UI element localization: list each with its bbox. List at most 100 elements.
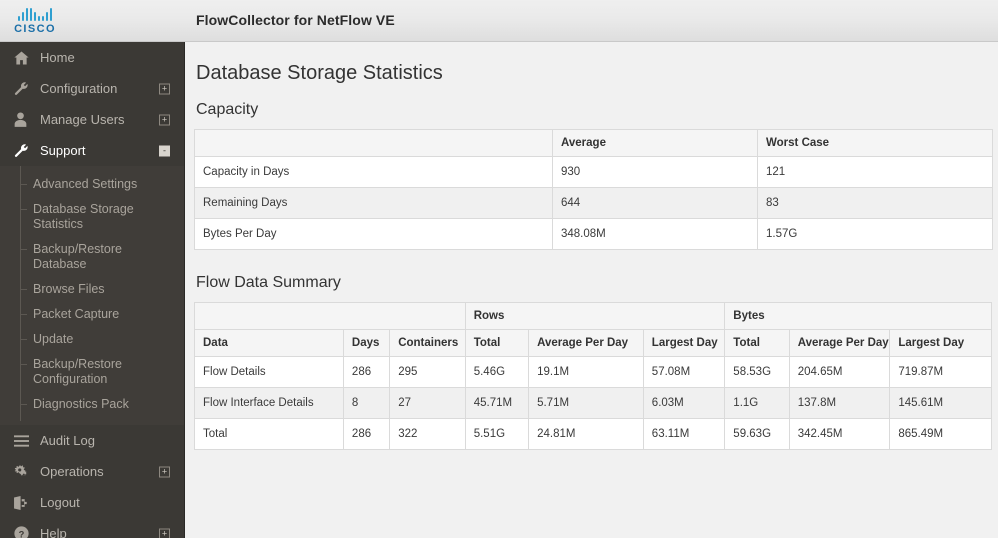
wrench-icon	[14, 81, 36, 96]
cisco-logo-text: CISCO	[14, 22, 56, 35]
table-cell: 342.45M	[788, 418, 891, 450]
table-cell: 644	[552, 187, 758, 219]
sidebar-item-configuration[interactable]: Configuration +	[0, 73, 184, 104]
sidebar-item-logout[interactable]: Logout	[0, 487, 184, 518]
table-header-row: Data Days Containers Total Average Per Day La…	[194, 329, 992, 357]
submenu-item[interactable]: Packet Capture	[0, 302, 184, 327]
table-row: Total 286 322 5.51G 24.81M 63.11M 59.63G 342.45…	[194, 418, 992, 450]
table-cell: 286	[342, 356, 391, 388]
table-cell: 5.51G	[464, 418, 530, 450]
sidebar-item-label: Audit Log	[40, 433, 95, 448]
column-group-header: Rows	[464, 302, 726, 330]
expand-toggle-configuration[interactable]: +	[159, 83, 170, 94]
cisco-logo[interactable]: CISCO	[10, 3, 60, 39]
sidebar-item-home[interactable]: Home	[0, 42, 184, 73]
logout-icon	[14, 495, 36, 510]
cisco-logo-bar	[30, 7, 32, 21]
column-header: Worst Case	[757, 129, 993, 157]
table-header-row: Average Worst Case	[194, 129, 993, 157]
table-cell: Capacity in Days	[194, 156, 553, 188]
app-root: CISCO FlowCollector for NetFlow VE Home …	[0, 0, 998, 538]
table-cell: Remaining Days	[194, 187, 553, 219]
expand-toggle-operations[interactable]: +	[159, 466, 170, 477]
question-circle-icon: ?	[14, 526, 36, 538]
cisco-logo-bar	[42, 15, 44, 21]
sidebar-item-audit-log[interactable]: Audit Log	[0, 425, 184, 456]
table-cell: 5.71M	[528, 387, 644, 419]
cisco-logo-bar	[38, 15, 40, 21]
table-row: Flow Interface Details 8 27 45.71M 5.71M 6.03…	[194, 387, 992, 419]
table-cell: Total	[194, 418, 344, 450]
submenu-item[interactable]: Backup/Restore Database	[0, 237, 184, 277]
column-header: Average Per Day	[788, 329, 891, 357]
table-cell: 1.57G	[757, 218, 993, 250]
table-cell: 63.11M	[642, 418, 726, 450]
sidebar-item-help[interactable]: ? Help +	[0, 518, 184, 538]
cisco-logo-bar	[50, 7, 52, 21]
submenu-item[interactable]: Update	[0, 327, 184, 352]
table-cell: 8	[342, 387, 391, 419]
submenu-item[interactable]: Backup/Restore Configuration	[0, 352, 184, 392]
table-cell: 295	[389, 356, 466, 388]
sidebar-item-label: Home	[40, 50, 75, 65]
table-cell: 204.65M	[788, 356, 891, 388]
submenu-item[interactable]: Browse Files	[0, 277, 184, 302]
hamburger-icon	[14, 434, 36, 447]
table-cell: 286	[342, 418, 391, 450]
sidebar-item-support[interactable]: Support -	[0, 135, 184, 166]
table-row: Flow Details 286 295 5.46G 19.1M 57.08M 58.53G…	[194, 356, 992, 388]
sidebar-item-label: Logout	[40, 495, 80, 510]
table-row: Bytes Per Day 348.08M 1.57G	[194, 218, 993, 250]
table-cell: 1.1G	[724, 387, 790, 419]
table-cell: 59.63G	[724, 418, 790, 450]
table-cell: 24.81M	[528, 418, 644, 450]
cisco-logo-bar	[46, 11, 48, 21]
submenu-item[interactable]: Database Storage Statistics	[0, 197, 184, 237]
table-cell: 137.8M	[788, 387, 891, 419]
column-group-header	[194, 302, 466, 330]
sidebar-item-manage-users[interactable]: Manage Users +	[0, 104, 184, 135]
column-group-header: Bytes	[724, 302, 992, 330]
table-cell: 19.1M	[528, 356, 644, 388]
table-cell: 121	[757, 156, 993, 188]
cisco-logo-bar	[18, 15, 20, 21]
table-cell: 45.71M	[464, 387, 530, 419]
table-cell: 27	[389, 387, 466, 419]
sidebar-item-operations[interactable]: Operations +	[0, 456, 184, 487]
svg-text:?: ?	[19, 529, 25, 538]
sidebar-item-label: Manage Users	[40, 112, 125, 127]
wrench-icon	[14, 143, 36, 158]
expand-toggle-help[interactable]: +	[159, 528, 170, 538]
table-cell: Bytes Per Day	[194, 218, 553, 250]
sidebar-navigation: Home Configuration + Manage Users + Supp…	[0, 42, 185, 538]
sidebar-item-label: Operations	[40, 464, 104, 479]
column-header: Average Per Day	[528, 329, 644, 357]
column-header: Average	[552, 129, 758, 157]
table-cell: 6.03M	[642, 387, 726, 419]
sidebar-item-label: Support	[40, 143, 86, 158]
cisco-logo-bars	[18, 7, 52, 21]
flow-data-summary-table: Rows Bytes Data Days Containers Total Average…	[194, 302, 992, 450]
table-cell: 5.46G	[464, 356, 530, 388]
table-group-header-row: Rows Bytes	[194, 302, 992, 330]
expand-toggle-manage-users[interactable]: +	[159, 114, 170, 125]
sidebar-item-label: Configuration	[40, 81, 118, 96]
cisco-logo-bar	[22, 11, 24, 21]
table-cell: 719.87M	[889, 356, 992, 388]
collapse-toggle-support[interactable]: -	[159, 145, 170, 156]
table-cell: 865.49M	[889, 418, 992, 450]
submenu-item[interactable]: Advanced Settings	[0, 172, 184, 197]
table-cell: 322	[389, 418, 466, 450]
main-content: Database Storage Statistics Capacity Ave…	[185, 42, 998, 538]
submenu-item[interactable]: Diagnostics Pack	[0, 392, 184, 417]
sidebar-item-label: Help	[40, 526, 67, 538]
column-header: Total	[464, 329, 530, 357]
table-cell: 930	[552, 156, 758, 188]
top-header-bar: CISCO FlowCollector for NetFlow VE	[0, 0, 998, 42]
table-cell: Flow Interface Details	[194, 387, 344, 419]
table-cell: Flow Details	[194, 356, 344, 388]
user-icon	[14, 112, 36, 127]
home-icon	[14, 51, 36, 65]
column-header: Largest Day	[642, 329, 726, 357]
table-cell: 348.08M	[552, 218, 758, 250]
